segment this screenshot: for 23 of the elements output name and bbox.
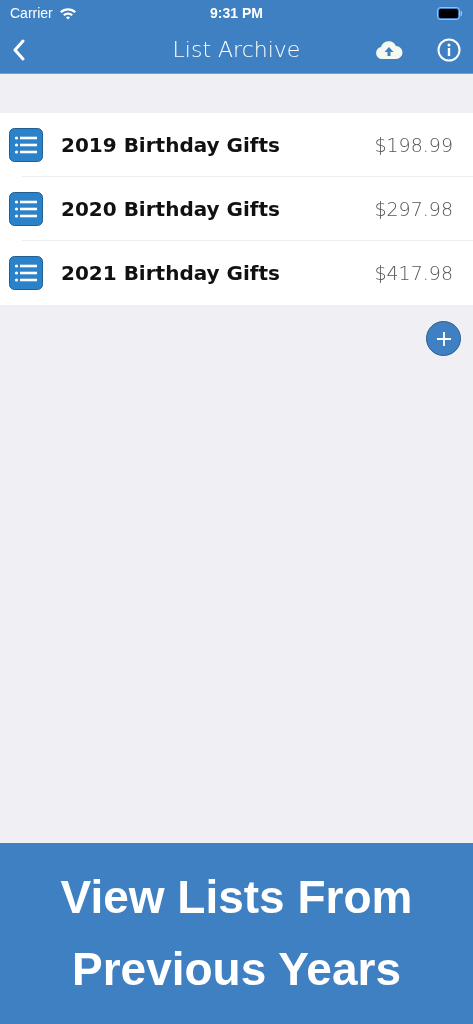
nav-title: List Archive bbox=[172, 37, 301, 62]
list-icon bbox=[9, 192, 43, 226]
info-button[interactable] bbox=[437, 37, 461, 62]
list-total: $417.98 bbox=[374, 262, 453, 284]
carrier-label: Carrier bbox=[10, 5, 53, 21]
list-icon bbox=[9, 256, 43, 290]
list-name: 2019 Birthday Gifts bbox=[61, 133, 282, 157]
wifi-icon bbox=[58, 6, 77, 20]
plus-icon bbox=[435, 330, 452, 347]
list-icon bbox=[9, 128, 43, 162]
clock-time: 9:31 PM bbox=[210, 5, 263, 21]
back-button[interactable] bbox=[12, 38, 26, 61]
add-button[interactable] bbox=[426, 321, 461, 356]
battery-icon bbox=[437, 6, 463, 20]
list-row[interactable]: 2020 Birthday Gifts $297.98 bbox=[0, 177, 473, 241]
list-row[interactable]: 2019 Birthday Gifts $198.99 bbox=[0, 113, 473, 177]
list-total: $297.98 bbox=[374, 198, 453, 220]
list-name: 2021 Birthday Gifts bbox=[61, 261, 282, 285]
list-row[interactable]: 2021 Birthday Gifts $417.98 bbox=[0, 241, 473, 305]
list-total: $198.99 bbox=[374, 134, 453, 156]
banner-text: View Lists From Previous Years bbox=[59, 870, 414, 997]
list-name: 2020 Birthday Gifts bbox=[61, 197, 282, 221]
cloud-upload-button[interactable] bbox=[375, 39, 403, 60]
